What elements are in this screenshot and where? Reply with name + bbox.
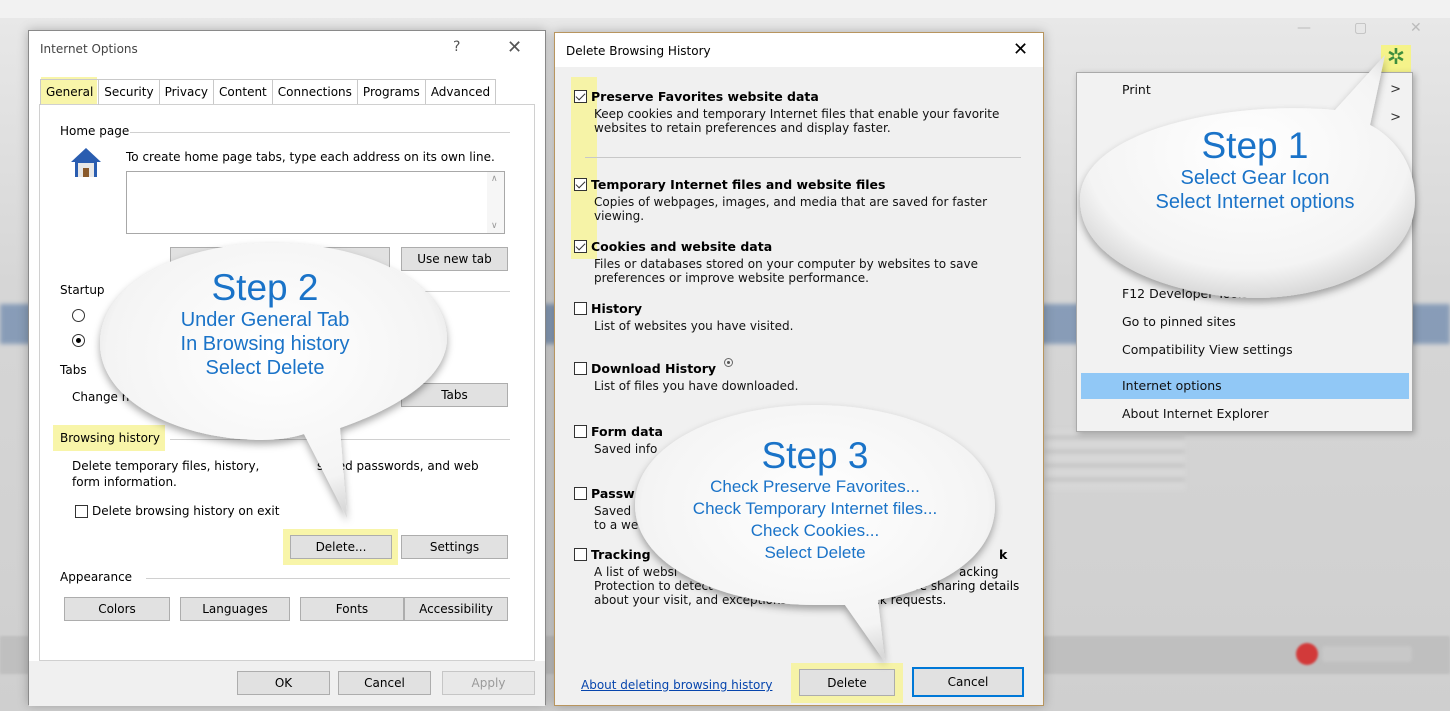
option-label: Temporary Internet files and website fil… [591, 177, 886, 192]
tab-strip: General Security Privacy Content Connect… [40, 79, 497, 105]
scroll-down-icon: ∨ [491, 221, 498, 231]
appearance-group-label: Appearance [60, 570, 133, 584]
option-label: Passw [591, 486, 635, 501]
accessibility-button[interactable]: Accessibility [404, 597, 508, 621]
startup-radio-2[interactable] [72, 334, 85, 347]
step1-title: Step 1 [1201, 125, 1309, 166]
tab-general[interactable]: General [40, 79, 100, 105]
minimize-icon: — [1297, 20, 1311, 36]
form-data-checkbox[interactable] [574, 425, 587, 438]
passwords-checkbox[interactable] [574, 487, 587, 500]
dialog-title: Internet Options [40, 42, 138, 56]
step2-callout-text: Step 2 Under General Tab In Browsing his… [130, 268, 400, 380]
step1-line-2: Select Internet options [1155, 191, 1355, 213]
delete-button[interactable]: Delete [799, 669, 895, 696]
divider [585, 157, 1021, 158]
tab-connections[interactable]: Connections [271, 79, 358, 105]
menu-item-internet-options[interactable]: Internet options [1081, 373, 1409, 399]
help-icon[interactable]: ? [453, 39, 460, 55]
blurred-page-content [1045, 430, 1185, 490]
tabs-group-label: Tabs [60, 363, 87, 377]
scroll-up-icon: ∧ [491, 174, 498, 184]
tab-advanced[interactable]: Advanced [424, 79, 497, 105]
option-download-history: Download History List of files you have … [574, 358, 1024, 393]
step3-line-1: Check Preserve Favorites... [710, 477, 920, 496]
close-icon[interactable]: ✕ [507, 37, 522, 58]
textarea-scrollbar[interactable]: ∧ ∨ [487, 172, 504, 233]
settings-button[interactable]: Settings [401, 535, 508, 559]
history-checkbox[interactable] [574, 302, 587, 315]
option-description: Copies of webpages, images, and media th… [594, 195, 988, 223]
blurred-status-icon [1296, 643, 1318, 665]
blurred-zoom-control [1322, 646, 1412, 662]
step3-title: Step 3 [761, 435, 869, 476]
option-cookies: Cookies and website data Files or databa… [574, 239, 1024, 285]
tab-security[interactable]: Security [98, 79, 160, 105]
download-history-checkbox[interactable] [574, 362, 587, 375]
menu-item-about-ie[interactable]: About Internet Explorer [1081, 401, 1409, 427]
dialog-footer: OK Cancel Apply [29, 661, 545, 706]
cancel-button[interactable]: Cancel [338, 671, 431, 695]
title-bar: Delete Browsing History ✕ [555, 33, 1043, 67]
divider [130, 132, 510, 133]
option-description: Files or databases stored on your comput… [594, 257, 979, 285]
delete-on-exit-checkbox[interactable] [75, 505, 88, 518]
cancel-button[interactable]: Cancel [912, 667, 1024, 697]
option-temp-files: Temporary Internet files and website fil… [574, 177, 1024, 223]
home-page-textarea[interactable]: ∧ ∨ [126, 171, 505, 234]
ok-button[interactable]: OK [237, 671, 330, 695]
dialog-title: Delete Browsing History [566, 44, 711, 58]
title-bar: Internet Options ? ✕ [29, 31, 545, 67]
option-label: Preserve Favorites website data [591, 89, 819, 104]
step1-line-1: Select Gear Icon [1180, 167, 1330, 189]
home-page-instruction: To create home page tabs, type each addr… [126, 150, 495, 164]
option-preserve-favorites: Preserve Favorites website data Keep coo… [574, 89, 1024, 135]
option-label: Download History [591, 361, 717, 376]
step3-line-2: Check Temporary Internet files... [692, 499, 938, 518]
tracking-checkbox[interactable] [574, 548, 587, 561]
close-icon[interactable]: ✕ [1013, 39, 1028, 60]
delete-button[interactable]: Delete... [290, 535, 392, 559]
step1-callout-text: Step 1 Select Gear Icon Select Internet … [1110, 126, 1400, 214]
step2-line-2: In Browsing history [180, 333, 350, 355]
fonts-button[interactable]: Fonts [300, 597, 404, 621]
browser-title-strip [0, 0, 1450, 18]
startup-radio-1[interactable] [72, 309, 85, 322]
option-description: Keep cookies and temporary Internet file… [594, 107, 1000, 135]
apply-button[interactable]: Apply [442, 671, 535, 695]
info-icon [724, 358, 734, 367]
option-history: History List of websites you have visite… [574, 301, 1024, 333]
languages-button[interactable]: Languages [180, 597, 290, 621]
house-icon [71, 148, 101, 177]
option-description: List of websites you have visited. [594, 319, 794, 333]
cookies-checkbox[interactable] [574, 240, 587, 253]
menu-item-compat-view[interactable]: Compatibility View settings [1081, 337, 1409, 363]
option-description: List of files you have downloaded. [594, 379, 799, 393]
menu-item-pinned-sites[interactable]: Go to pinned sites [1081, 309, 1409, 335]
step3-line-3: Check Cookies... [750, 521, 880, 540]
step2-title: Step 2 [211, 267, 319, 308]
temp-files-checkbox[interactable] [574, 178, 587, 191]
close-window-icon: ✕ [1410, 20, 1422, 36]
step2-line-3: Select Delete [205, 357, 325, 379]
tab-programs[interactable]: Programs [356, 79, 426, 105]
option-label: Cookies and website data [591, 239, 773, 254]
home-page-group-label: Home page [60, 124, 130, 138]
tab-content[interactable]: Content [213, 79, 273, 105]
step3-callout-text: Step 3 Check Preserve Favorites... Check… [650, 436, 980, 564]
step3-line-4: Select Delete [764, 543, 866, 562]
colors-button[interactable]: Colors [64, 597, 170, 621]
preserve-favorites-checkbox[interactable] [574, 90, 587, 103]
maximize-icon: ▢ [1354, 20, 1368, 36]
divider [146, 578, 510, 579]
step2-line-1: Under General Tab [180, 309, 350, 331]
about-deleting-history-link[interactable]: About deleting browsing history [581, 678, 772, 692]
tab-privacy[interactable]: Privacy [158, 79, 215, 105]
option-label: History [591, 301, 643, 316]
